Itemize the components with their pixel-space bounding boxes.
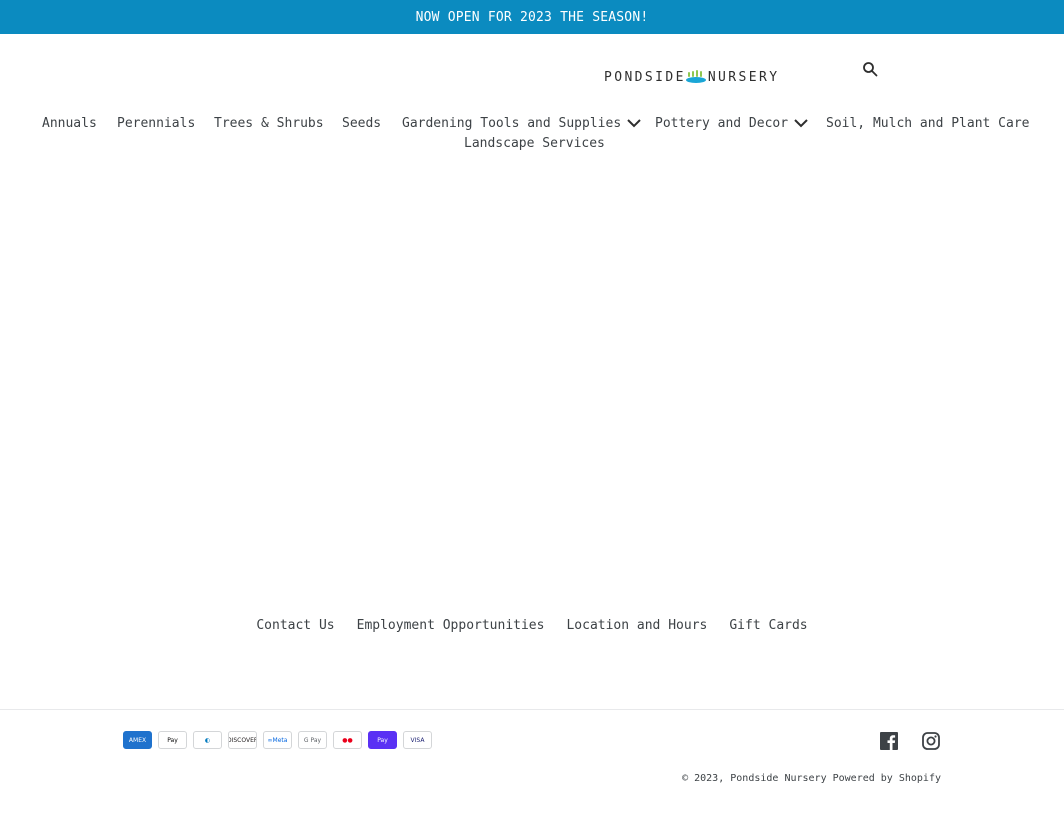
powered-by-shopify-link[interactable]: Powered by Shopify xyxy=(833,773,941,784)
pond-logo-icon xyxy=(685,70,706,83)
nav-label: Seeds xyxy=(342,115,382,131)
logo-text-left: PONDSIDE xyxy=(604,69,686,85)
announcement-text: NOW OPEN FOR 2023 THE SEASON! xyxy=(415,9,649,25)
nav-item-seeds[interactable]: Seeds xyxy=(342,113,381,133)
payment-icon-mastercard: ●● xyxy=(333,731,362,749)
payment-icons: AMEX Pay ◐ DISCOVER ∞Meta G Pay ●● Pay VISA xyxy=(123,731,432,749)
nav-item-soil-mulch[interactable]: Soil, Mulch and Plant Care xyxy=(826,113,1030,133)
nav-label: Pottery and Decor xyxy=(655,115,789,131)
payment-icon-visa: VISA xyxy=(403,731,432,749)
footer-divider xyxy=(0,709,1064,710)
payment-icon-american-express: AMEX xyxy=(123,731,152,749)
nav-item-trees-shrubs[interactable]: Trees & Shrubs xyxy=(214,113,324,133)
footer-link-contact[interactable]: Contact Us xyxy=(256,618,334,638)
chevron-down-icon xyxy=(627,119,641,128)
footer-link-employment[interactable]: Employment Opportunities xyxy=(357,618,545,638)
chevron-down-icon xyxy=(794,119,808,128)
nav-item-perennials[interactable]: Perennials xyxy=(117,113,195,133)
site-logo[interactable]: PONDSIDE NURSERY xyxy=(604,68,779,86)
footer-link-gift-cards[interactable]: Gift Cards xyxy=(729,618,807,638)
nav-label: Trees & Shrubs xyxy=(214,115,324,131)
footer-links: Contact Us Employment Opportunities Loca… xyxy=(0,618,1064,638)
nav-item-annuals[interactable]: Annuals xyxy=(42,113,97,133)
instagram-icon xyxy=(922,732,940,750)
copyright-prefix: © 2023, xyxy=(682,773,725,784)
payment-icon-google-pay: G Pay xyxy=(298,731,327,749)
payment-icon-diners-club: ◐ xyxy=(193,731,222,749)
nav-item-landscape-services[interactable]: Landscape Services xyxy=(464,133,605,153)
payment-icon-shop-pay: Pay xyxy=(368,731,397,749)
footer-link-location[interactable]: Location and Hours xyxy=(566,618,707,638)
store-name-link[interactable]: Pondside Nursery xyxy=(730,773,826,784)
nav-label: Landscape Services xyxy=(464,135,605,151)
copyright: © 2023, Pondside Nursery Powered by Shop… xyxy=(682,773,941,784)
search-button[interactable] xyxy=(860,59,880,79)
facebook-link[interactable] xyxy=(879,731,899,751)
announcement-bar: NOW OPEN FOR 2023 THE SEASON! xyxy=(0,0,1064,34)
nav-label: Perennials xyxy=(117,115,196,131)
nav-label: Annuals xyxy=(42,115,97,131)
instagram-link[interactable] xyxy=(921,731,941,751)
nav-item-gardening-tools[interactable]: Gardening Tools and Supplies xyxy=(402,113,642,133)
search-icon xyxy=(863,62,878,77)
payment-icon-meta-pay: ∞Meta xyxy=(263,731,292,749)
nav-label: Soil, Mulch and Plant Care xyxy=(826,115,1030,131)
payment-icon-discover: DISCOVER xyxy=(228,731,257,749)
logo-text-right: NURSERY xyxy=(707,69,780,85)
facebook-icon xyxy=(880,732,898,750)
nav-item-pottery-decor[interactable]: Pottery and Decor xyxy=(655,113,809,133)
payment-icon-apple-pay: Pay xyxy=(158,731,187,749)
nav-label: Gardening Tools and Supplies xyxy=(402,115,622,131)
